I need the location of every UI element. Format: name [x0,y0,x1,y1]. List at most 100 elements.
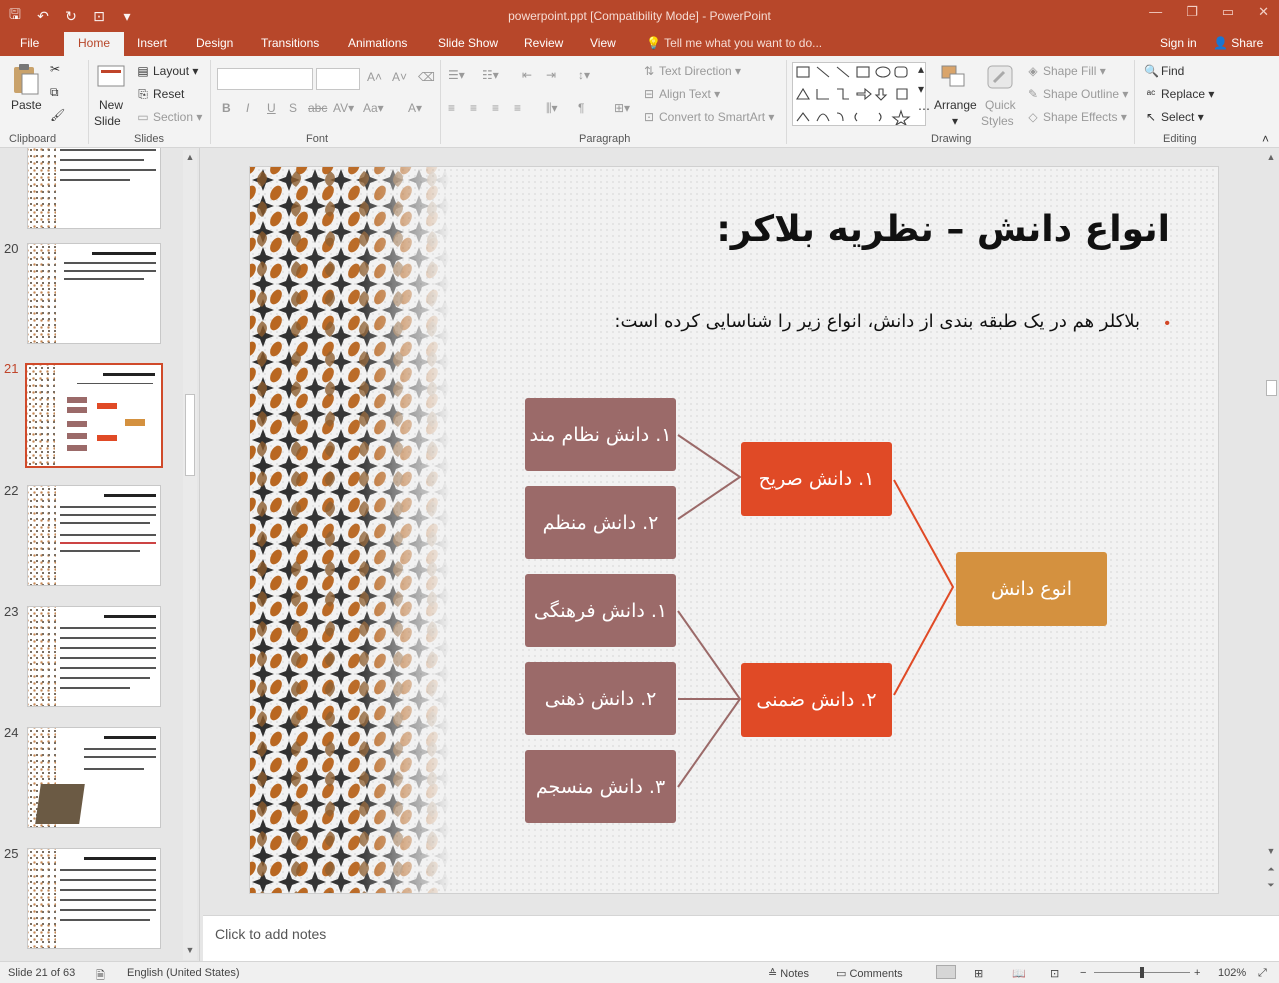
scroll-down-icon[interactable]: ▼ [1264,846,1278,860]
shapes-gallery[interactable] [792,62,926,126]
knowledge-box-mental[interactable]: ۲. دانش ذهنی [525,662,676,735]
decrease-font-icon[interactable]: A˅ [392,70,407,84]
tab-slide-show[interactable]: Slide Show [438,36,498,50]
scroll-up-icon[interactable]: ▲ [1264,152,1278,166]
minimize-button[interactable]: ❐ [1186,4,1198,20]
numbering-icon[interactable]: ☷▾ [482,68,499,82]
shapes-scroll-up-icon[interactable]: ▴ [918,62,924,76]
tab-view[interactable]: View [590,36,616,50]
close-button[interactable]: ✕ [1258,4,1269,20]
arrange-icon[interactable] [940,64,970,94]
char-spacing-icon[interactable]: AV▾ [333,101,354,115]
shapes-scroll-down-icon[interactable]: ▾ [918,82,924,96]
new-slide-label-1[interactable]: New [99,98,123,112]
font-name-combo[interactable] [217,68,313,90]
clear-formatting-icon[interactable]: ⌫ [418,70,435,84]
shape-outline-button[interactable]: ✎ Shape Outline ▾ [1026,87,1128,101]
strikethrough-icon[interactable]: abc [308,101,327,115]
slide-thumbnail-20[interactable] [27,243,161,344]
slide-thumbnail-22[interactable] [27,485,161,586]
paste-icon[interactable] [10,64,40,95]
notes-toggle[interactable]: ≙ Notes [768,967,809,980]
tab-animations[interactable]: Animations [348,36,407,50]
rtl-icon[interactable]: ¶ [578,101,584,115]
columns-icon[interactable]: ⫼▾ [546,101,558,116]
ribbon-display-button[interactable]: — [1149,4,1162,20]
slide-thumbnail-24[interactable] [27,727,161,828]
zoom-level[interactable]: 102% [1218,967,1246,979]
shadow-icon[interactable]: S [289,101,297,115]
scroll-up-icon[interactable]: ▲ [183,152,197,166]
previous-slide-icon[interactable]: ⏶ [1264,864,1278,878]
collapse-ribbon-icon[interactable]: ˄ [1262,132,1269,146]
increase-indent-icon[interactable]: ⇥ [546,68,556,82]
spell-check-icon[interactable]: 🗎 [96,967,105,983]
new-slide-icon[interactable] [96,62,126,92]
knowledge-box-coherent[interactable]: ۳. دانش منسجم [525,750,676,823]
align-right-icon[interactable]: ≡ [492,101,499,115]
increase-font-icon[interactable]: A˄ [367,70,382,84]
share-button[interactable]: 👤 Share [1213,36,1263,50]
knowledge-box-explicit[interactable]: ۱. دانش صریح [741,442,892,516]
slide-scrollbar[interactable]: ▲ ▼ ⏶ ⏷ [1264,150,1278,910]
zoom-slider-handle[interactable] [1140,967,1144,978]
language-indicator[interactable]: English (United States) [127,967,240,979]
arrange-button[interactable]: Arrange [934,98,977,112]
scrollbar-thumb[interactable] [1266,380,1277,396]
slide-sorter-icon[interactable]: ⊞ [974,967,983,980]
align-objects-icon[interactable]: ⊞▾ [614,101,630,115]
slide-thumbnail-19[interactable] [27,148,161,229]
tab-review[interactable]: Review [524,36,563,50]
change-case-icon[interactable]: Aa▾ [363,101,384,115]
zoom-in-icon[interactable]: + [1194,967,1200,979]
align-text-button[interactable]: ⊟ Align Text ▾ [642,87,720,101]
cut-icon[interactable]: ✂ [50,62,60,76]
paste-button[interactable]: Paste [11,98,42,112]
shape-fill-button[interactable]: ◈ Shape Fill ▾ [1026,64,1105,78]
normal-view-icon[interactable] [936,965,956,979]
justify-icon[interactable]: ≡ [514,101,521,115]
bold-icon[interactable]: B [222,101,231,115]
scrollbar-thumb[interactable] [185,394,195,476]
text-direction-button[interactable]: ⇅ Text Direction ▾ [642,64,741,78]
knowledge-box-tacit[interactable]: ۲. دانش ضمنی [741,663,892,737]
reset-button[interactable]: ⎘ Reset [136,87,184,102]
decrease-indent-icon[interactable]: ⇤ [522,68,532,82]
tab-design[interactable]: Design [196,36,233,50]
tab-insert[interactable]: Insert [137,36,167,50]
italic-icon[interactable]: I [246,101,249,115]
align-left-icon[interactable]: ≡ [448,101,455,115]
notes-placeholder[interactable]: Click to add notes [215,926,326,942]
new-slide-label-2[interactable]: Slide [94,114,121,128]
restore-button[interactable]: ▭ [1222,4,1234,20]
shapes-more-icon[interactable]: ⋯ [918,102,930,116]
align-center-icon[interactable]: ≡ [470,101,477,115]
knowledge-box-cultural[interactable]: ۱. دانش فرهنگی [525,574,676,647]
find-button[interactable]: 🔍 Find [1144,64,1184,78]
section-button[interactable]: ▭ Section ▾ [136,110,202,124]
slideshow-view-icon[interactable]: ⊡ [1050,967,1059,980]
current-slide[interactable]: انواع دانش – نظریه بلاکر: • بلاکلر هم در… [249,166,1219,894]
slide-thumbnail-21[interactable] [25,363,163,468]
reading-view-icon[interactable]: 📖 [1012,967,1026,980]
slide-thumbnail-25[interactable] [27,848,161,949]
copy-icon[interactable]: ⧉ [50,85,59,100]
replace-button[interactable]: ᵃᶜ Replace ▾ [1144,87,1215,101]
shape-effects-button[interactable]: ◇ Shape Effects ▾ [1026,110,1126,124]
underline-icon[interactable]: U [267,101,276,115]
tab-home[interactable]: Home [64,32,125,56]
font-color-icon[interactable]: A▾ [408,101,422,115]
fit-slide-icon[interactable]: ⤢ [1258,967,1267,980]
next-slide-icon[interactable]: ⏷ [1264,880,1278,894]
quick-styles-icon[interactable] [986,64,1016,94]
tab-transitions[interactable]: Transitions [261,36,319,50]
layout-button[interactable]: ▤ Layout ▾ [136,64,198,78]
scroll-down-icon[interactable]: ▼ [183,945,197,959]
knowledge-box-systematic[interactable]: ۱. دانش نظام مند [525,398,676,471]
notes-pane[interactable]: Click to add notes [203,915,1279,961]
sign-in-link[interactable]: Sign in [1160,36,1197,50]
knowledge-types-root[interactable]: انوع دانش [956,552,1107,626]
arrange-dropdown-icon[interactable]: ▾ [952,114,958,128]
quick-styles-label-1[interactable]: Quick [985,98,1016,112]
zoom-out-icon[interactable]: − [1080,967,1086,979]
